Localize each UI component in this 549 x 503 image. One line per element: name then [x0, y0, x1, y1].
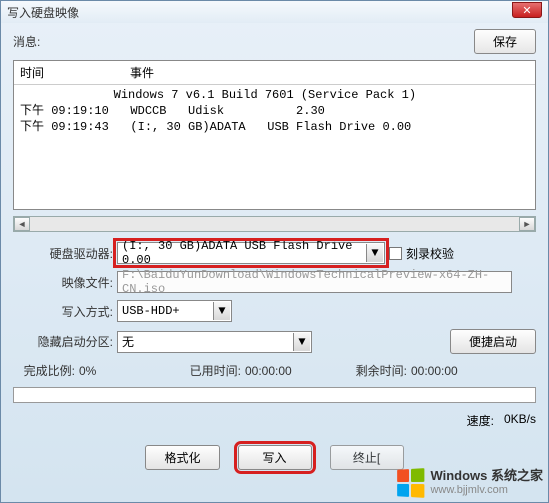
convenient-boot-button[interactable]: 便捷启动	[450, 329, 536, 354]
hidden-row: 隐藏启动分区: 无 ▼ 便捷启动	[13, 329, 536, 354]
elapsed-value: 00:00:00	[245, 364, 317, 378]
log-header-time: 时间	[20, 64, 130, 81]
chevron-down-icon[interactable]: ▼	[293, 333, 310, 351]
hidden-partition-select[interactable]: 无 ▼	[117, 331, 312, 353]
log-header: 时间 事件	[14, 61, 535, 85]
chevron-down-icon[interactable]: ▼	[213, 302, 230, 320]
progress-bar	[13, 387, 536, 403]
drive-row: 硬盘驱动器: (I:, 30 GB)ADATA USB Flash Drive …	[13, 242, 536, 264]
percent-label: 完成比例:	[13, 362, 75, 379]
bottom-buttons: 格式化 写入 终止[	[13, 445, 536, 470]
write-button[interactable]: 写入	[238, 445, 312, 470]
write-method-select[interactable]: USB-HDD+ ▼	[117, 300, 232, 322]
speed-row: 速度: 0KB/s	[13, 412, 536, 429]
horizontal-scrollbar[interactable]: ◄ ►	[13, 216, 536, 232]
elapsed-label: 已用时间:	[179, 362, 241, 379]
hidden-partition-value: 无	[122, 333, 134, 350]
drive-label: 硬盘驱动器:	[13, 245, 113, 262]
hidden-label: 隐藏启动分区:	[13, 333, 113, 350]
percent-value: 0%	[79, 364, 151, 378]
speed-label: 速度:	[467, 412, 494, 429]
dialog-window: 写入硬盘映像 ✕ 消息: 保存 时间 事件 Windows 7 v6.1 Bui…	[0, 0, 549, 503]
abort-button[interactable]: 终止[	[330, 445, 404, 470]
content-area: 消息: 保存 时间 事件 Windows 7 v6.1 Build 7601 (…	[1, 23, 548, 502]
stats-row: 完成比例: 0% 已用时间: 00:00:00 剩余时间: 00:00:00	[13, 362, 536, 379]
image-label: 映像文件:	[13, 274, 113, 291]
message-label: 消息:	[13, 33, 40, 50]
log-table: 时间 事件 Windows 7 v6.1 Build 7601 (Service…	[13, 60, 536, 210]
message-row: 消息: 保存	[13, 29, 536, 54]
close-button[interactable]: ✕	[512, 2, 542, 18]
titlebar: 写入硬盘映像 ✕	[1, 1, 548, 23]
close-icon: ✕	[522, 4, 531, 17]
scroll-left-icon[interactable]: ◄	[14, 217, 30, 231]
image-row: 映像文件: F:\BaiduYunDownload\WindowsTechnic…	[13, 271, 536, 293]
drive-value: (I:, 30 GB)ADATA USB Flash Drive 0.00	[122, 239, 364, 267]
method-row: 写入方式: USB-HDD+ ▼	[13, 300, 536, 322]
image-path-value: F:\BaiduYunDownload\WindowsTechnicalPrev…	[122, 268, 507, 296]
speed-value: 0KB/s	[504, 412, 536, 429]
remaining-value: 00:00:00	[411, 364, 483, 378]
verify-checkbox[interactable]	[389, 247, 402, 260]
write-method-value: USB-HDD+	[122, 304, 180, 318]
verify-label: 刻录校验	[406, 245, 454, 262]
remaining-label: 剩余时间:	[345, 362, 407, 379]
chevron-down-icon[interactable]: ▼	[366, 244, 383, 262]
format-button[interactable]: 格式化	[145, 445, 219, 470]
log-header-event: 事件	[130, 64, 529, 81]
save-button[interactable]: 保存	[474, 29, 536, 54]
method-label: 写入方式:	[13, 303, 113, 320]
form-area: 硬盘驱动器: (I:, 30 GB)ADATA USB Flash Drive …	[13, 242, 536, 354]
scroll-right-icon[interactable]: ►	[519, 217, 535, 231]
image-path-field[interactable]: F:\BaiduYunDownload\WindowsTechnicalPrev…	[117, 271, 512, 293]
window-title: 写入硬盘映像	[7, 4, 79, 21]
log-body: Windows 7 v6.1 Build 7601 (Service Pack …	[14, 85, 535, 209]
drive-select[interactable]: (I:, 30 GB)ADATA USB Flash Drive 0.00 ▼	[117, 242, 385, 264]
